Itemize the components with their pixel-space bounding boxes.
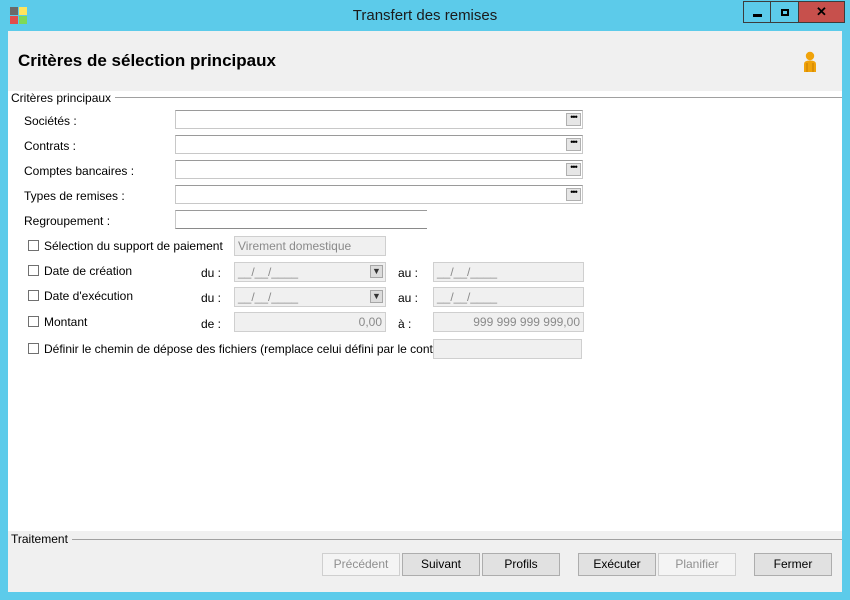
types-browse-button[interactable]: ••• [566, 188, 581, 201]
group-divider [100, 97, 842, 98]
title-bar: Transfert des remises ✕ [0, 0, 850, 30]
execution-to-field[interactable]: __/__/____ [433, 287, 584, 307]
execution-du-label: du : [201, 291, 222, 305]
maximize-button[interactable] [770, 1, 799, 23]
societes-label: Sociétés : [24, 114, 77, 128]
societes-browse-button[interactable]: ••• [566, 113, 581, 126]
contrats-browse-button[interactable]: ••• [566, 138, 581, 151]
montant-checkbox[interactable] [28, 316, 39, 327]
creation-label: Date de création [44, 264, 133, 278]
traitement-divider [64, 539, 842, 540]
societes-field[interactable]: ••• [175, 110, 583, 129]
support-field[interactable]: Virement domestique [234, 236, 386, 256]
chemin-field[interactable] [433, 339, 582, 359]
montant-to-field[interactable]: 999 999 999 999,00 [433, 312, 584, 332]
types-field[interactable]: ••• [175, 185, 583, 204]
page-title: Critères de sélection principaux [18, 51, 276, 70]
chevron-down-icon[interactable]: ▼ [370, 290, 383, 303]
minimize-button[interactable] [743, 1, 771, 23]
creation-checkbox[interactable] [28, 265, 39, 276]
executer-button[interactable]: Exécuter [578, 553, 656, 576]
contrats-label: Contrats : [24, 139, 77, 153]
suivant-button[interactable]: Suivant [402, 553, 480, 576]
header-panel: Critères de sélection principaux [8, 31, 842, 91]
regroupement-label: Regroupement : [24, 214, 111, 228]
execution-checkbox[interactable] [28, 290, 39, 301]
minimize-icon [752, 13, 762, 17]
planifier-button[interactable]: Planifier [658, 553, 736, 576]
traitement-group-label: Traitement [11, 532, 72, 546]
precedent-button[interactable]: Précédent [322, 553, 400, 576]
profils-button[interactable]: Profils [482, 553, 560, 576]
comptes-label: Comptes bancaires : [24, 164, 135, 178]
regroupement-field[interactable] [175, 210, 427, 229]
chemin-label: Définir le chemin de dépose des fichiers… [44, 342, 451, 356]
user-icon[interactable] [802, 51, 818, 73]
chevron-down-icon[interactable]: ▼ [370, 265, 383, 278]
chemin-checkbox[interactable] [28, 343, 39, 354]
creation-to-field[interactable]: __/__/____ [433, 262, 584, 282]
creation-from-value: __/__/____ [238, 265, 299, 279]
comptes-browse-button[interactable]: ••• [566, 163, 581, 176]
maximize-icon [780, 8, 789, 16]
close-icon: ✕ [816, 4, 827, 19]
criteria-group-label: Critères principaux [11, 91, 116, 105]
window-title: Transfert des remises [352, 7, 498, 24]
types-label: Types de remises : [24, 189, 125, 203]
close-button[interactable]: ✕ [798, 1, 845, 23]
contrats-field[interactable]: ••• [175, 135, 583, 154]
support-label: Sélection du support de paiement [44, 239, 223, 253]
comptes-field[interactable]: ••• [175, 160, 583, 179]
creation-from-field[interactable]: __/__/____ ▼ [234, 262, 386, 282]
creation-au-label: au : [398, 266, 419, 280]
montant-label: Montant [44, 315, 88, 329]
support-checkbox[interactable] [28, 240, 39, 251]
montant-de-label: de : [201, 317, 222, 331]
creation-du-label: du : [201, 266, 222, 280]
execution-au-label: au : [398, 291, 419, 305]
execution-from-value: __/__/____ [238, 290, 299, 304]
montant-from-field[interactable]: 0,00 [234, 312, 386, 332]
execution-from-field[interactable]: __/__/____ ▼ [234, 287, 386, 307]
dialog-body: Critères de sélection principaux Critère… [8, 31, 842, 592]
fermer-button[interactable]: Fermer [754, 553, 832, 576]
montant-a-label: à : [398, 317, 412, 331]
execution-label: Date d'exécution [44, 289, 134, 303]
